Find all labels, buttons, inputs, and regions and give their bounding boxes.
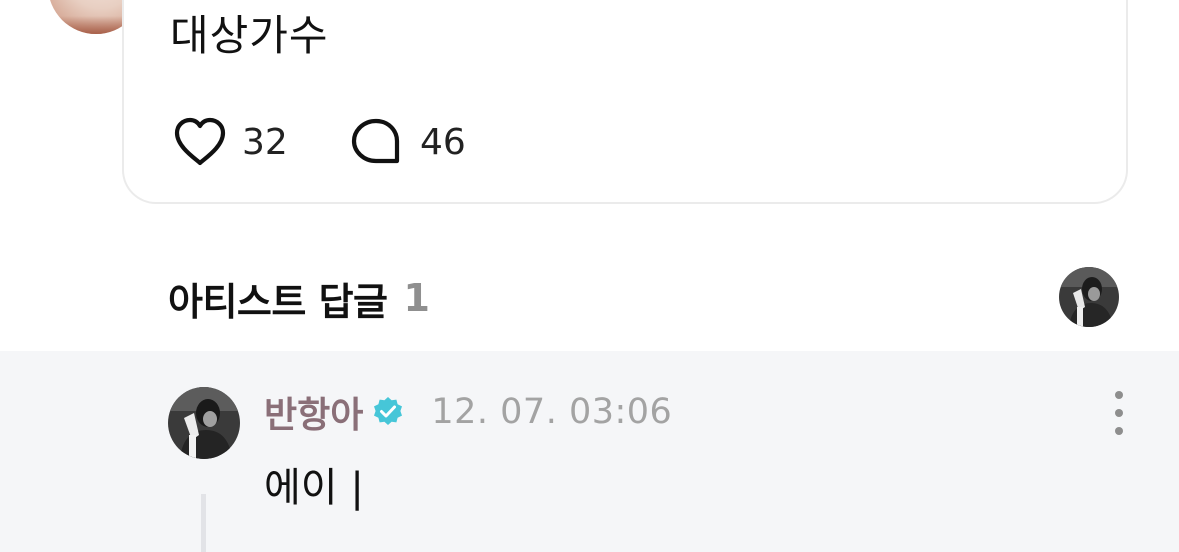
reply-author-name[interactable]: 반항아 bbox=[264, 386, 363, 438]
comment-count: 46 bbox=[420, 121, 466, 163]
reply-author-photo bbox=[168, 387, 240, 459]
artist-replies-count: 1 bbox=[403, 276, 430, 320]
thread-line bbox=[201, 494, 206, 552]
like-count: 32 bbox=[242, 121, 288, 163]
reply-timestamp: 12. 07. 03:06 bbox=[431, 392, 673, 432]
artist-replies-title: 아티스트 답글 bbox=[168, 279, 388, 324]
post-detail-screen: 대상가수 32 46 아티스트 답글 1 반항아 12. 07. 03:06 에… bbox=[0, 0, 1179, 552]
comment-button[interactable]: 46 bbox=[350, 114, 466, 170]
artist-photo bbox=[1059, 267, 1119, 327]
comment-bubble-icon bbox=[351, 118, 400, 164]
artist-reply-item: 반항아 12. 07. 03:06 에이 | bbox=[0, 351, 1179, 552]
heart-icon bbox=[174, 117, 226, 166]
more-vertical-icon bbox=[1115, 391, 1123, 399]
reply-text: 에이 | bbox=[264, 465, 364, 511]
verified-badge-icon bbox=[374, 397, 403, 425]
like-button[interactable]: 32 bbox=[172, 114, 288, 170]
reply-author-avatar[interactable] bbox=[168, 387, 240, 459]
reply-meta: 반항아 12. 07. 03:06 bbox=[264, 387, 672, 437]
more-options-button[interactable] bbox=[1104, 391, 1134, 435]
post-card: 대상가수 32 46 bbox=[122, 0, 1128, 204]
artist-replies-header: 아티스트 답글 1 bbox=[168, 270, 430, 326]
artist-avatar[interactable] bbox=[1059, 267, 1119, 327]
post-text: 대상가수 bbox=[170, 11, 329, 60]
